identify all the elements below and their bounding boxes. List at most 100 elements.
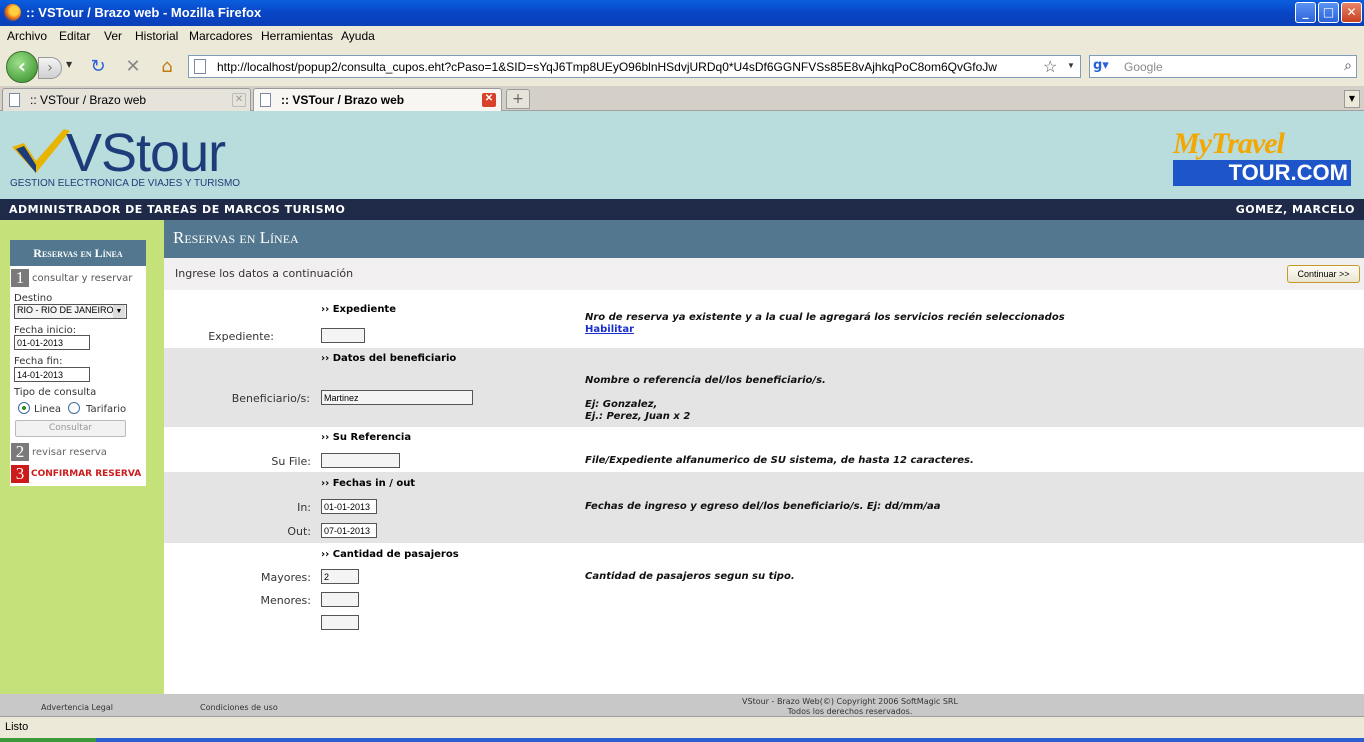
fecha-in-input[interactable]: [321, 499, 377, 514]
tab-label: :: VSTour / Brazo web: [30, 93, 147, 107]
menu-editar[interactable]: Editar: [59, 29, 90, 43]
menu-archivo[interactable]: Archivo: [7, 29, 47, 43]
conditions-link[interactable]: Condiciones de uso: [200, 703, 278, 712]
url-dropdown-icon[interactable]: ▼: [1067, 61, 1075, 70]
extra-passenger-input[interactable]: [321, 615, 359, 630]
step-3-number: 3: [11, 465, 29, 483]
su-file-input[interactable]: [321, 453, 400, 468]
tab-label: :: VSTour / Brazo web: [281, 93, 405, 107]
menu-bar: Archivo Editar Ver Historial Marcadores …: [0, 26, 1364, 46]
fecha-inicio-input[interactable]: [14, 335, 90, 350]
page-icon: [9, 93, 20, 107]
section-fechas: ›› Fechas in / out In: Out: Fechas de in…: [164, 472, 1364, 543]
fecha-out-input[interactable]: [321, 523, 377, 538]
copyright-line-2: Todos los derechos reservados.: [787, 707, 913, 716]
checkmark-logo-icon: [12, 129, 70, 173]
window-title: :: VSTour / Brazo web - Mozilla Firefox: [26, 5, 262, 20]
destino-label: Destino: [14, 293, 53, 304]
logo-text: VStour: [66, 123, 226, 183]
new-tab-icon[interactable]: +: [506, 89, 530, 109]
reload-icon[interactable]: ↻: [87, 56, 109, 78]
menu-historial[interactable]: Historial: [135, 29, 178, 43]
radio-tarifario[interactable]: [68, 402, 80, 414]
admin-bar: ADMINISTRADOR DE TAREAS DE MARCOS TURISM…: [0, 199, 1364, 220]
forward-arrow-icon[interactable]: ›: [38, 57, 62, 79]
tab-list-icon[interactable]: ▼: [1344, 90, 1360, 108]
continue-button[interactable]: Continuar >>: [1287, 265, 1360, 283]
main-title: Reservas en Línea: [164, 220, 1364, 258]
section-title: ›› Expediente: [321, 304, 396, 315]
banner: VStour GESTION ELECTRONICA DE VIAJES Y T…: [0, 111, 1364, 199]
fecha-out-label: Out:: [287, 525, 311, 538]
maximize-button[interactable]: □: [1318, 2, 1339, 23]
tab-close-icon[interactable]: ✕: [232, 93, 246, 107]
search-icon[interactable]: ⌕: [1344, 58, 1352, 74]
tab-2[interactable]: :: VSTour / Brazo web ✕: [253, 88, 502, 111]
consultar-button[interactable]: Consultar: [15, 420, 126, 437]
page-content: VStour GESTION ELECTRONICA DE VIAJES Y T…: [0, 111, 1364, 716]
status-bar: Listo: [0, 716, 1364, 738]
step-1-number: 1: [11, 269, 29, 287]
logo-tagline: GESTION ELECTRONICA DE VIAJES Y TURISMO: [10, 178, 241, 189]
fecha-in-label: In:: [297, 501, 311, 514]
menu-herramientas[interactable]: Herramientas: [261, 29, 333, 43]
minimize-button[interactable]: _: [1295, 2, 1316, 23]
referencia-note: File/Expediente alfanumerico de SU siste…: [585, 455, 974, 466]
mayores-input[interactable]: [321, 569, 359, 584]
step-1-label[interactable]: consultar y reservar: [32, 273, 132, 284]
su-file-label: Su File:: [271, 455, 311, 468]
mytraveltour-logo[interactable]: MyTravel TOUR.COM: [1173, 129, 1351, 186]
section-title: ›› Cantidad de pasajeros: [321, 549, 459, 560]
section-title: ›› Su Referencia: [321, 432, 412, 443]
fecha-fin-input[interactable]: [14, 367, 90, 382]
expediente-note: Nro de reserva ya existente y a la cual …: [585, 312, 1065, 323]
section-title: ›› Datos del beneficiario: [321, 353, 457, 364]
vstour-logo: VStour GESTION ELECTRONICA DE VIAJES Y T…: [10, 123, 250, 193]
stop-icon[interactable]: ✕: [122, 56, 144, 78]
radio-linea[interactable]: [18, 402, 30, 414]
legal-link[interactable]: Advertencia Legal: [41, 703, 113, 712]
google-icon[interactable]: g▾: [1093, 58, 1117, 75]
search-input[interactable]: [1124, 58, 1324, 75]
bookmark-star-icon[interactable]: ☆: [1043, 57, 1057, 77]
copyright-line-1: VStour - Brazo Web(©) Copyright 2006 Sof…: [742, 697, 958, 706]
destino-select[interactable]: RIO - RIO DE JANEIRO ▼: [14, 304, 127, 319]
beneficiario-example-2: Ej.: Perez, Juan x 2: [585, 411, 691, 422]
admin-title: ADMINISTRADOR DE TAREAS DE MARCOS TURISM…: [9, 203, 346, 216]
chevron-down-icon: ▼: [113, 305, 125, 318]
section-pasajeros: ›› Cantidad de pasajeros Mayores: Menore…: [164, 543, 1364, 694]
tipo-consulta-label: Tipo de consulta: [14, 387, 97, 398]
intro-text: Ingrese los datos a continuación: [175, 267, 354, 280]
tab-1[interactable]: :: VSTour / Brazo web ✕: [2, 88, 251, 111]
page-icon: [194, 59, 206, 74]
menu-ver[interactable]: Ver: [104, 29, 122, 43]
sidebar-title: Reservas en Línea: [10, 240, 146, 266]
url-input[interactable]: [217, 58, 1037, 75]
window-title-bar: :: VSTour / Brazo web - Mozilla Firefox …: [0, 0, 1364, 26]
radio-tarifario-label: Tarifario: [86, 404, 127, 415]
expediente-input[interactable]: [321, 328, 365, 343]
fechas-note: Fechas de ingreso y egreso del/los benef…: [585, 501, 941, 512]
back-arrow-icon[interactable]: ‹: [6, 51, 38, 83]
beneficiario-label: Beneficiario/s:: [231, 392, 310, 405]
step-3-label[interactable]: CONFIRMAR RESERVA: [31, 469, 141, 479]
sidebar: Reservas en Línea 1 consultar y reservar…: [0, 220, 164, 694]
history-dropdown-icon[interactable]: ▼: [66, 60, 72, 69]
step-2-label[interactable]: revisar reserva: [32, 447, 107, 458]
tab-close-icon[interactable]: ✕: [482, 93, 496, 107]
user-name: GOMEZ, MARCELO: [1235, 203, 1355, 216]
habilitar-link[interactable]: Habilitar: [585, 324, 634, 335]
close-button[interactable]: ✕: [1341, 2, 1362, 23]
partner-logo-top: MyTravel: [1173, 127, 1285, 160]
mayores-label: Mayores:: [261, 571, 311, 584]
menu-ayuda[interactable]: Ayuda: [341, 29, 375, 43]
menu-marcadores[interactable]: Marcadores: [189, 29, 252, 43]
section-beneficiario: ›› Datos del beneficiario Beneficiario/s…: [164, 348, 1364, 427]
section-expediente: ›› Expediente Expediente: Nro de reserva…: [164, 290, 1364, 348]
footer: Advertencia Legal Condiciones de uso VSt…: [0, 694, 1364, 716]
menores-input[interactable]: [321, 592, 359, 607]
home-icon[interactable]: ⌂: [156, 56, 178, 78]
radio-linea-label: Linea: [34, 404, 61, 415]
beneficiario-input[interactable]: [321, 390, 473, 405]
destino-value: RIO - RIO DE JANEIRO: [17, 305, 114, 315]
